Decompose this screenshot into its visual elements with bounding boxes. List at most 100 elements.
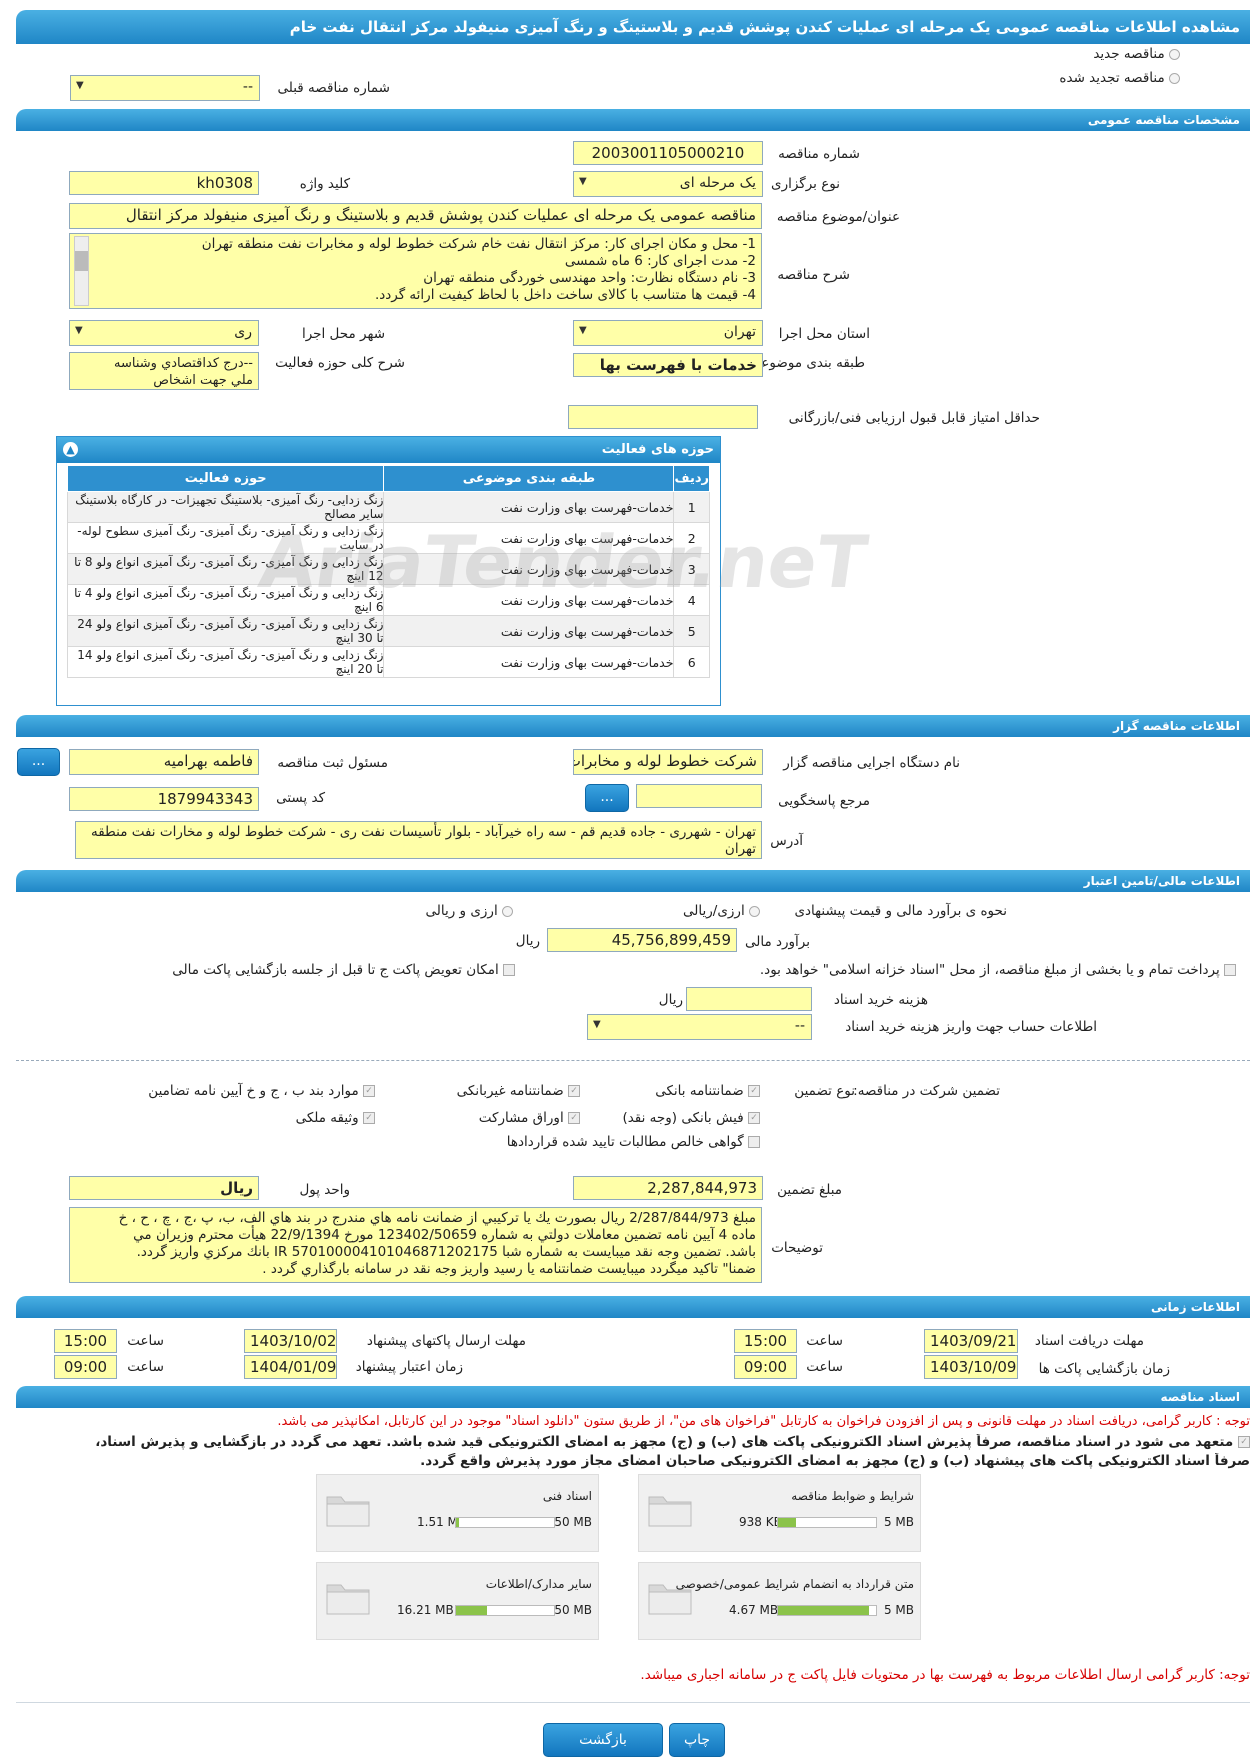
guarantee-bank[interactable]: ✓ ضمانتنامه بانکی bbox=[655, 1083, 760, 1099]
doc-name: متن قرارداد به انضمام شرایط عمومی/خصوصی bbox=[675, 1577, 914, 1591]
subject-label: عنوان/موضوع مناقصه bbox=[776, 209, 900, 225]
progress-fill bbox=[456, 1606, 488, 1615]
send-date-field: 1403/10/02 bbox=[244, 1329, 337, 1353]
cell: 6 bbox=[673, 646, 710, 678]
general-header: مشخصات مناقصه عمومی bbox=[16, 109, 1250, 131]
account-select[interactable]: -- ▼ bbox=[587, 1014, 812, 1040]
city-label: شهر محل اجرا bbox=[301, 326, 385, 342]
progress-bar bbox=[777, 1605, 877, 1616]
collapse-icon[interactable]: ▲ bbox=[63, 442, 78, 457]
type-label: نوع برگزاری bbox=[771, 176, 840, 192]
category-field: خدمات با فهرست بها bbox=[573, 353, 763, 377]
keyword-label: کلید واژه bbox=[299, 176, 350, 192]
doc-card-tech[interactable]: اسناد فنی 1.51 MB 50 MB bbox=[316, 1474, 599, 1552]
commit-checkbox[interactable]: ✓ متعهد می شود در اسناد مناقصه، صرفاً پذ… bbox=[10, 1434, 1250, 1450]
finance-header: اطلاعات مالی/تامین اعتبار bbox=[16, 870, 1250, 892]
print-button[interactable]: چاپ bbox=[669, 1723, 725, 1757]
guarantee-bonds[interactable]: ✓ اوراق مشارکت bbox=[479, 1110, 580, 1126]
select-resp-button[interactable]: ... bbox=[17, 748, 60, 776]
ref-label: مرجع پاسخگویی bbox=[778, 793, 870, 809]
checkbox-icon: ✓ bbox=[748, 1112, 760, 1124]
time-label: ساعت bbox=[806, 1333, 843, 1349]
time-label: ساعت bbox=[806, 1359, 843, 1375]
org-header: اطلاعات مناقصه گزار bbox=[16, 715, 1250, 737]
cell: زنگ زدایی و رنگ آمیزی- رنگ آمیزی- رنگ آم… bbox=[66, 615, 385, 647]
address-field: تهران - شهرری - جاده قدیم قم - سه راه خی… bbox=[75, 821, 762, 859]
checkbox-icon: ✓ bbox=[568, 1085, 580, 1097]
progress-bar bbox=[455, 1517, 555, 1528]
estimate-field: 45,756,899,459 bbox=[547, 928, 737, 952]
activity-textarea[interactable]: --درج کداقتصادي وشناسه ملي جهت اشخاص bbox=[69, 352, 259, 390]
prev-number-select[interactable]: -- ▼ bbox=[70, 75, 260, 101]
table-row: 6 خدمات-فهرست بهای وزارت نفت زنگ زدایی و ر… bbox=[66, 646, 710, 678]
exec-field: شرکت خطوط لوله و مخابرات bbox=[573, 749, 763, 775]
notes-field: مبلغ 2/287/844/973 ريال بصورت يك يا تركي… bbox=[69, 1207, 762, 1283]
send-time-field: 15:00 bbox=[54, 1329, 117, 1353]
back-button[interactable]: بازگشت bbox=[543, 1723, 663, 1757]
checkbox-icon: ✓ bbox=[568, 1112, 580, 1124]
doc-max: 50 MB bbox=[554, 1515, 592, 1529]
renewed-tender-radio[interactable]: مناقصه تجدید شده bbox=[1059, 70, 1180, 86]
progress-bar bbox=[777, 1517, 877, 1528]
treasury-checkbox[interactable]: پرداخت تمام و یا بخشی از مبلغ مناقصه، از… bbox=[760, 962, 1236, 978]
province-select[interactable]: تهران ▼ bbox=[573, 320, 763, 346]
doc-card-terms[interactable]: شرایط و ضوابط مناقصه 938 KB 5 MB bbox=[638, 1474, 921, 1552]
checkbox-icon bbox=[503, 964, 515, 976]
open-date-field: 1403/10/09 bbox=[924, 1355, 1018, 1379]
swap-checkbox[interactable]: امکان تعویض پاکت ج تا قبل از جلسه بازگشا… bbox=[172, 962, 515, 978]
doc-date-field: 1403/09/21 bbox=[924, 1329, 1018, 1353]
guarantee-nonbank[interactable]: ✓ ضمانتنامه غیربانکی bbox=[457, 1083, 580, 1099]
doc-name: اسناد فنی bbox=[542, 1489, 592, 1503]
table-row: 1 خدمات-فهرست بهای وزارت نفت زنگ زدایی- رن… bbox=[66, 491, 710, 523]
activity-line: ملي جهت اشخاص bbox=[153, 373, 253, 388]
scrollbar[interactable] bbox=[74, 236, 89, 306]
docs-header: اسناد مناقصه bbox=[16, 1386, 1250, 1408]
docs-note-2: توجه: کاربر گرامی ارسال اطلاعات مربوط به… bbox=[640, 1667, 1250, 1683]
table-row: 3 خدمات-فهرست بهای وزارت نفت زنگ زدایی و ر… bbox=[66, 553, 710, 585]
method-option-2[interactable]: ارزی و ریالی bbox=[425, 903, 513, 919]
cell: زنگ زدایی و رنگ آمیزی- رنگ آمیزی- رنگ آم… bbox=[66, 553, 385, 585]
radio-icon bbox=[502, 905, 513, 917]
doccost-field bbox=[686, 987, 812, 1011]
cell: 3 bbox=[673, 553, 710, 585]
cell: زنگ زدایی و رنگ آمیزی- رنگ آمیزی- رنگ آم… bbox=[66, 646, 385, 678]
radio-icon bbox=[1169, 48, 1180, 60]
col-header: طبقه بندی موضوعی bbox=[383, 465, 675, 492]
chevron-down-icon: ▼ bbox=[76, 80, 84, 91]
guarantee-clauses[interactable]: ✓ موارد بند ب ، ج و خ آیین نامه تضامین bbox=[148, 1083, 375, 1099]
guarantee-cash[interactable]: ✓ فیش بانکی (وجه نقد) bbox=[622, 1110, 760, 1126]
amount-label: مبلغ تضمین bbox=[777, 1182, 842, 1198]
number-label: شماره مناقصه bbox=[778, 146, 860, 162]
table-row: 5 خدمات-فهرست بهای وزارت نفت زنگ زدایی و ر… bbox=[66, 615, 710, 647]
keyword-field: kh0308 bbox=[69, 171, 259, 195]
new-tender-radio[interactable]: مناقصه جدید bbox=[1093, 46, 1180, 62]
folder-icon bbox=[326, 1584, 370, 1615]
doc-card-contract[interactable]: متن قرارداد به انضمام شرایط عمومی/خصوصی … bbox=[638, 1562, 921, 1640]
progress-fill bbox=[456, 1518, 459, 1527]
guarantee-type-label: نوع تضمین bbox=[794, 1083, 855, 1099]
valid-date-field: 1404/01/09 bbox=[244, 1355, 337, 1379]
activity-line: --درج کداقتصادي وشناسه bbox=[114, 356, 253, 371]
guarantee-property[interactable]: ✓ وثیقه ملکی bbox=[296, 1110, 375, 1126]
select-ref-button[interactable]: ... bbox=[585, 784, 629, 812]
notes-line: ماده 4 آيين نامه تضمين معاملات دولتي به … bbox=[133, 1227, 756, 1243]
times-header: اطلاعات زمانی bbox=[16, 1296, 1250, 1318]
progress-bar bbox=[455, 1605, 555, 1616]
valid-label: زمان اعتبار پیشنهاد bbox=[355, 1359, 463, 1375]
guarantee-receivables[interactable]: گواهی خالص مطالبات تایید شده قراردادها bbox=[507, 1134, 760, 1150]
doc-card-other[interactable]: سایر مدارک/اطلاعات 16.21 MB 50 MB bbox=[316, 1562, 599, 1640]
type-select[interactable]: یک مرحله ای ▼ bbox=[573, 171, 763, 197]
city-select[interactable]: ری ▼ bbox=[69, 320, 259, 346]
notes-line: ضمنا" تاكيد ميگردد ميبايست ضمانتنامه يا … bbox=[262, 1261, 756, 1277]
ref-field bbox=[636, 784, 762, 808]
divider bbox=[16, 1060, 1250, 1061]
radio-icon bbox=[1169, 72, 1180, 84]
chevron-down-icon: ▼ bbox=[579, 176, 587, 187]
time-label: ساعت bbox=[127, 1359, 164, 1375]
cell: خدمات-فهرست بهای وزارت نفت bbox=[383, 522, 675, 554]
time-label: ساعت bbox=[127, 1333, 164, 1349]
desc-line: 3- نام دستگاه نظارت: واحد مهندسی خوردگی … bbox=[423, 270, 756, 286]
resp-label: مسئول ثبت مناقصه bbox=[277, 755, 388, 771]
description-textarea[interactable]: 1- محل و مکان اجرای کار: مرکز انتقال نفت… bbox=[69, 233, 762, 309]
method-option-1[interactable]: ارزی/ریالی bbox=[683, 903, 760, 919]
